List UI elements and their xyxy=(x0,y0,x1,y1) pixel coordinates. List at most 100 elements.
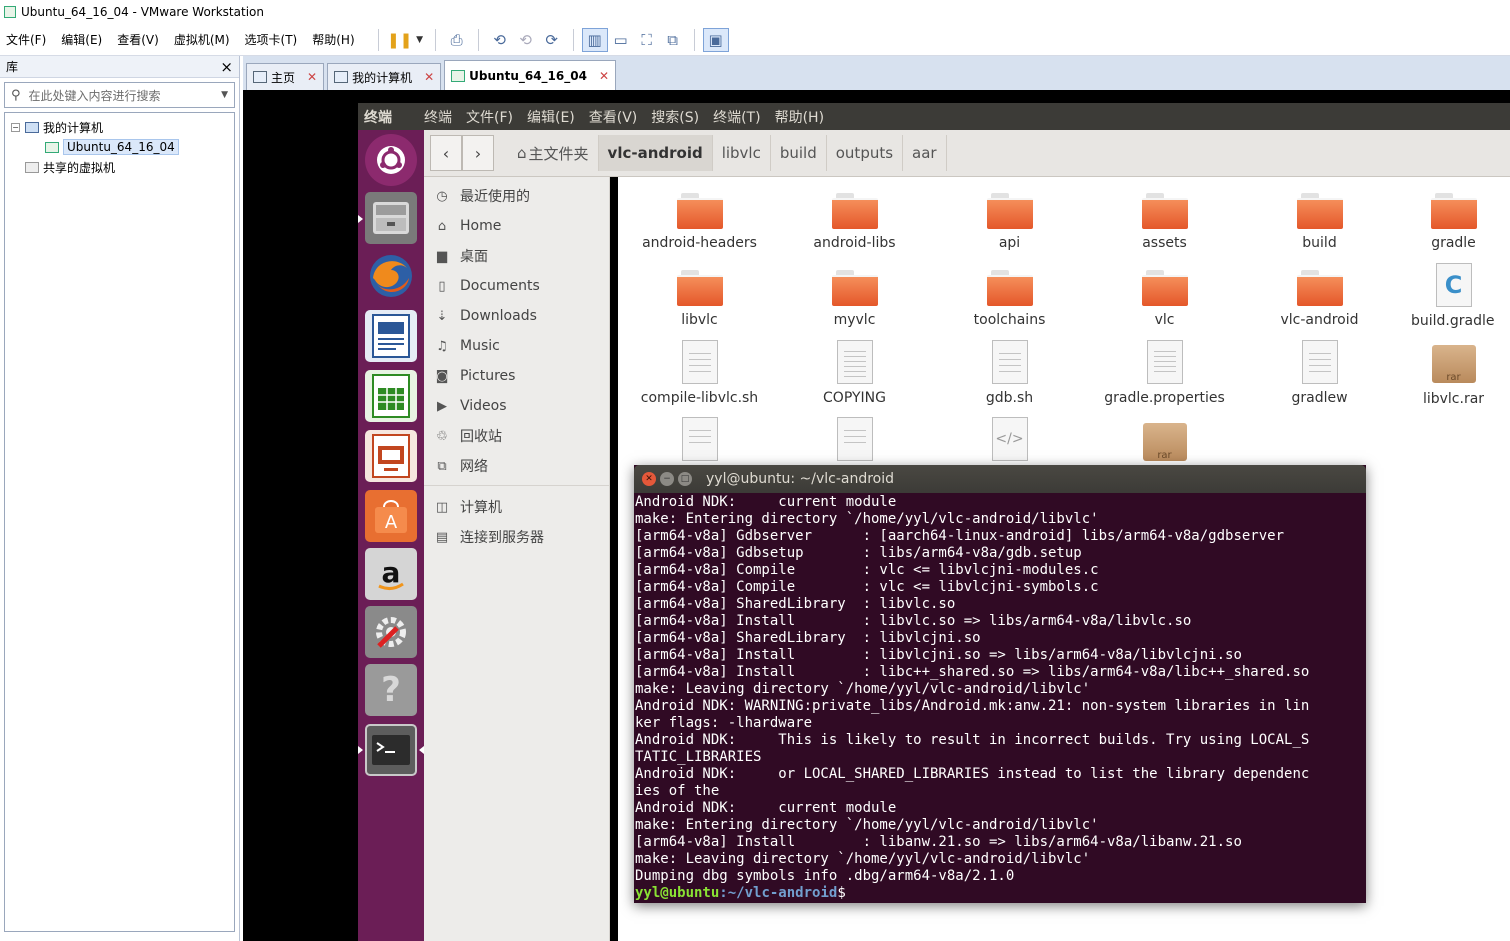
menu-tabs[interactable]: 选项卡(T) xyxy=(245,31,298,48)
file-item[interactable]: </> xyxy=(932,417,1087,467)
file-item[interactable]: vlc xyxy=(1087,270,1242,328)
file-item[interactable]: Cbuild.gradle xyxy=(1397,263,1510,329)
place-recent[interactable]: ◷ 最近使用的 xyxy=(424,181,609,211)
files-icon[interactable] xyxy=(365,192,417,244)
menu-help[interactable]: 帮助(H) xyxy=(775,107,824,127)
tab-my-computer[interactable]: 我的计算机 ✕ xyxy=(327,63,442,90)
file-item[interactable]: rar xyxy=(1087,423,1242,469)
menu-edit[interactable]: 编辑(E) xyxy=(527,107,575,127)
file-item[interactable]: libvlc xyxy=(622,270,777,328)
place-network[interactable]: ⧉ 网络 xyxy=(424,451,609,481)
file-item[interactable]: gdb.sh xyxy=(932,340,1087,406)
impress-icon[interactable] xyxy=(365,430,417,482)
menu-terminal[interactable]: 终端 xyxy=(424,107,452,127)
breadcrumb-build[interactable]: build xyxy=(771,135,827,171)
unity-icon[interactable]: ⧉ xyxy=(660,28,686,52)
collapse-icon[interactable]: − xyxy=(11,122,20,132)
menu-vm[interactable]: 虚拟机(M) xyxy=(174,31,230,48)
place-downloads[interactable]: ⇣ Downloads xyxy=(424,301,609,331)
back-button[interactable]: ‹ xyxy=(430,135,462,171)
terminal-window[interactable]: ✕ − □ yyl@ubuntu: ~/vlc-android Android … xyxy=(634,465,1366,903)
place-pictures[interactable]: ◙ Pictures xyxy=(424,361,609,391)
terminal-line: Android NDK: or LOCAL_SHARED_LIBRARIES i… xyxy=(635,766,1310,782)
file-item[interactable]: rar libvlc.rar xyxy=(1397,345,1510,407)
tree-item-my-computer[interactable]: − 我的计算机 xyxy=(11,117,228,137)
dash-icon[interactable] xyxy=(365,134,417,186)
menu-edit[interactable]: 编辑(E) xyxy=(61,31,102,48)
menu-terminal-t[interactable]: 终端(T) xyxy=(713,107,760,127)
snapshot-take-icon[interactable]: ⟲ xyxy=(487,28,513,52)
breadcrumb-outputs[interactable]: outputs xyxy=(827,135,904,171)
file-item[interactable]: gradle.properties xyxy=(1087,340,1242,406)
menu-help[interactable]: 帮助(H) xyxy=(312,31,354,48)
file-item[interactable]: gradle xyxy=(1397,193,1510,251)
maximize-icon[interactable]: □ xyxy=(678,472,692,486)
forward-button[interactable]: › xyxy=(462,135,494,171)
file-item[interactable]: android-libs xyxy=(777,193,932,251)
place-computer[interactable]: ◫ 计算机 xyxy=(424,492,609,522)
console-view-icon[interactable]: ▣ xyxy=(702,27,729,52)
breadcrumb-libvlc[interactable]: libvlc xyxy=(713,135,771,171)
place-trash[interactable]: ♲ 回收站 xyxy=(424,421,609,451)
close-icon[interactable]: ✕ xyxy=(424,70,434,84)
thumbnail-bar-icon[interactable]: ▭ xyxy=(608,28,634,52)
send-keys-icon[interactable]: ⎙ xyxy=(444,28,470,52)
place-home[interactable]: ⌂ Home xyxy=(424,211,609,241)
close-icon[interactable]: ✕ xyxy=(599,69,609,83)
file-item[interactable]: toolchains xyxy=(932,270,1087,328)
show-library-icon[interactable]: ▥ xyxy=(581,27,608,52)
tree-item-shared-vms[interactable]: 共享的虚拟机 xyxy=(11,157,228,177)
place-desktop[interactable]: ▆ 桌面 xyxy=(424,241,609,271)
file-item[interactable]: vlc-android xyxy=(1242,270,1397,328)
close-icon[interactable]: × xyxy=(220,58,233,76)
file-item[interactable]: assets xyxy=(1087,193,1242,251)
terminal-output[interactable]: Android NDK: current module make: Enterin… xyxy=(634,493,1366,902)
chevron-down-icon[interactable]: ▼ xyxy=(221,90,228,100)
close-icon[interactable]: ✕ xyxy=(642,472,656,486)
breadcrumb-vlc-android[interactable]: vlc-android xyxy=(598,135,713,171)
tab-home[interactable]: 主页 ✕ xyxy=(246,63,325,90)
software-center-icon[interactable]: A xyxy=(365,490,417,542)
menu-view[interactable]: 查看(V) xyxy=(117,31,159,48)
tab-ubuntu-vm[interactable]: Ubuntu_64_16_04 ✕ xyxy=(444,60,617,90)
file-item[interactable]: COPYING xyxy=(777,340,932,406)
file-item[interactable]: compile-libvlc.sh xyxy=(622,340,777,406)
terminal-icon[interactable] xyxy=(365,724,417,776)
search-input[interactable]: 在此处键入内容进行搜索 xyxy=(29,87,222,104)
file-item[interactable] xyxy=(622,417,777,467)
pause-icon[interactable]: ❚❚ xyxy=(387,28,413,52)
firefox-icon[interactable] xyxy=(365,250,417,302)
file-item[interactable]: myvlc xyxy=(777,270,932,328)
terminal-titlebar[interactable]: ✕ − □ yyl@ubuntu: ~/vlc-android xyxy=(634,465,1366,493)
place-videos[interactable]: ▶ Videos xyxy=(424,391,609,421)
menu-search[interactable]: 搜索(S) xyxy=(651,107,699,127)
calc-icon[interactable] xyxy=(365,370,417,422)
amazon-icon[interactable]: a xyxy=(365,548,417,600)
menu-file[interactable]: 文件(F) xyxy=(466,107,513,127)
library-search[interactable]: ⚲ 在此处键入内容进行搜索 ▼ xyxy=(4,82,235,108)
file-item[interactable]: gradlew xyxy=(1242,340,1397,406)
terminal-line: make: Entering directory `/home/yyl/vlc-… xyxy=(635,817,1099,833)
close-icon[interactable]: ✕ xyxy=(307,70,317,84)
menu-file[interactable]: 文件(F) xyxy=(6,31,46,48)
writer-icon[interactable] xyxy=(365,310,417,362)
menu-view[interactable]: 查看(V) xyxy=(589,107,638,127)
place-music[interactable]: ♫ Music xyxy=(424,331,609,361)
snapshot-manager-icon[interactable]: ⟳ xyxy=(539,28,565,52)
file-item[interactable]: android-headers xyxy=(622,193,777,251)
file-item[interactable] xyxy=(777,417,932,467)
script-file-icon xyxy=(681,340,718,384)
system-settings-icon[interactable] xyxy=(365,606,417,658)
help-icon[interactable]: ? xyxy=(365,664,417,716)
place-documents[interactable]: ▯ Documents xyxy=(424,271,609,301)
file-item[interactable]: api xyxy=(932,193,1087,251)
fullscreen-icon[interactable]: ⛶ xyxy=(634,28,660,52)
breadcrumb-home[interactable]: ⌂ 主文件夹 xyxy=(508,135,599,171)
snapshot-revert-icon[interactable]: ⟲ xyxy=(513,28,539,52)
tree-item-vm[interactable]: Ubuntu_64_16_04 xyxy=(11,137,228,157)
chevron-down-icon[interactable]: ▼ xyxy=(413,28,427,52)
breadcrumb-aar[interactable]: aar xyxy=(903,135,947,171)
place-connect-server[interactable]: ▤ 连接到服务器 xyxy=(424,522,609,552)
file-item[interactable]: build xyxy=(1242,193,1397,251)
minimize-icon[interactable]: − xyxy=(660,472,674,486)
